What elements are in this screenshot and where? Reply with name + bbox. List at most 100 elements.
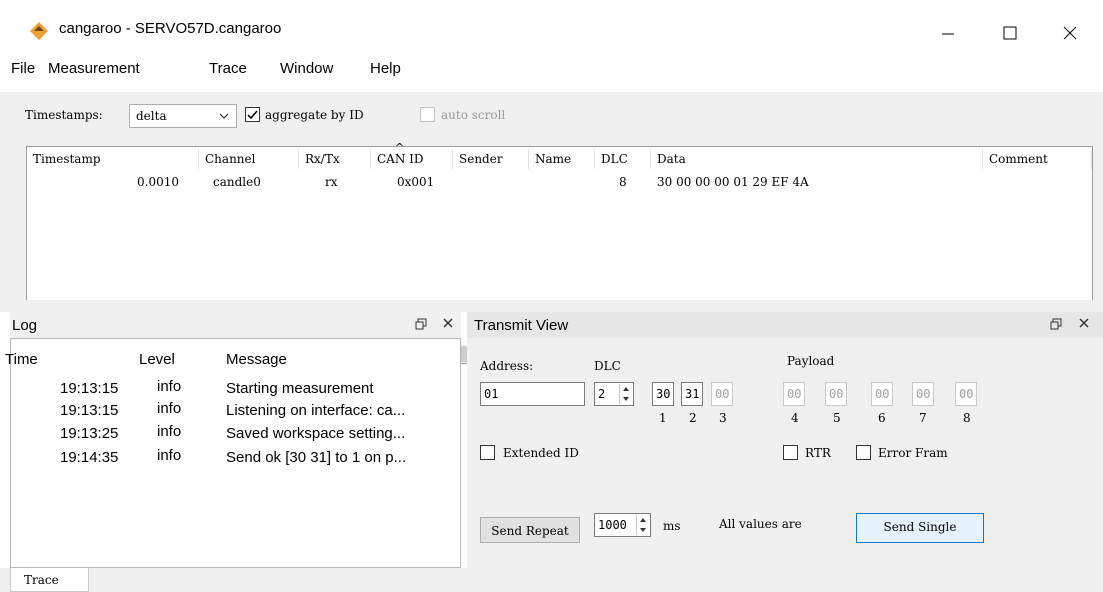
payload-label: Payload [787, 354, 835, 368]
payload-byte-1[interactable]: 30 [652, 382, 674, 406]
cell-data: 30 00 00 00 01 29 EF 4A [657, 175, 809, 189]
spin-arrows-icon[interactable] [619, 384, 632, 404]
minimize-button[interactable] [925, 8, 971, 54]
log-header: Log [10, 312, 461, 338]
close-icon [1063, 26, 1077, 40]
values-note: All values are [719, 517, 802, 531]
payload-index-3: 3 [719, 411, 727, 425]
auto-scroll-checkbox[interactable] [420, 107, 435, 122]
log-col-time[interactable]: Time [5, 351, 38, 368]
extended-id-label: Extended ID [503, 446, 579, 460]
col-name[interactable]: Name [529, 149, 595, 169]
payload-index-1: 1 [659, 411, 667, 425]
aggregate-label: aggregate by ID [265, 108, 364, 122]
spin-arrows-icon[interactable] [636, 515, 649, 535]
payload-index-2: 2 [689, 411, 697, 425]
rtr-checkbox[interactable] [783, 445, 798, 460]
close-panel-icon[interactable] [1078, 316, 1090, 333]
timestamps-value: delta [136, 109, 167, 123]
menu-measurement[interactable]: Measurement [48, 60, 140, 77]
log-panel: Log Time Level Message 19:13:15 info Sta… [5, 312, 461, 586]
float-panel-icon[interactable] [415, 317, 427, 334]
log-time: 19:13:15 [60, 402, 119, 419]
close-button[interactable] [1052, 8, 1098, 54]
maximize-icon [1003, 26, 1017, 40]
log-message: Listening on interface: ca... [226, 402, 406, 419]
sort-indicator-icon: ^ [395, 141, 405, 154]
log-col-level[interactable]: Level [139, 351, 175, 368]
send-repeat-button[interactable]: Send Repeat [480, 517, 580, 543]
payload-index-8: 8 [963, 411, 971, 425]
col-can-id[interactable]: CAN ID [371, 149, 453, 169]
log-message: Starting measurement [226, 380, 374, 397]
cell-timestamp: 0.0010 [137, 175, 179, 189]
transmit-header: Transmit View [467, 312, 1103, 338]
maximize-button[interactable] [993, 8, 1039, 54]
log-time: 19:13:25 [60, 425, 119, 442]
transmit-body: Address: DLC Payload 01 2 30 31 00 00 00… [467, 338, 1103, 586]
minimize-icon [942, 33, 954, 35]
cell-can-id: 0x001 [397, 175, 435, 189]
transmit-title: Transmit View [474, 317, 569, 334]
col-channel[interactable]: Channel [199, 149, 299, 169]
bottom-tab-bar: Trace [0, 568, 1103, 592]
tab-trace[interactable]: Trace [10, 568, 89, 592]
splitter[interactable] [0, 300, 1103, 312]
payload-index-6: 6 [878, 411, 886, 425]
dlc-spinbox[interactable]: 2 [594, 382, 634, 406]
col-timestamp[interactable]: Timestamp [27, 149, 199, 169]
cell-channel: candle0 [213, 175, 261, 189]
log-level: info [157, 447, 182, 464]
dlc-value: 2 [598, 387, 606, 401]
col-sender[interactable]: Sender [453, 149, 529, 169]
payload-byte-2[interactable]: 31 [681, 382, 703, 406]
repeat-interval-value: 1000 [598, 518, 627, 532]
checkmark-icon [247, 110, 258, 120]
aggregate-checkbox[interactable] [245, 107, 260, 122]
payload-byte-3[interactable]: 00 [711, 382, 733, 406]
menu-trace[interactable]: Trace [209, 60, 247, 77]
address-input[interactable]: 01 [480, 382, 585, 406]
cell-dlc: 8 [619, 175, 627, 189]
log-message: Send ok [30 31] to 1 on p... [226, 449, 407, 466]
col-dlc[interactable]: DLC [595, 149, 651, 169]
log-level: info [157, 423, 182, 440]
timestamps-select[interactable]: delta [129, 104, 237, 128]
col-rxtx[interactable]: Rx/Tx [299, 149, 371, 169]
address-label: Address: [480, 359, 534, 373]
payload-byte-8[interactable]: 00 [955, 382, 977, 406]
trace-view: Timestamps: delta aggregate by ID auto s… [0, 92, 1103, 364]
send-single-button[interactable]: Send Single [856, 513, 984, 543]
col-data[interactable]: Data [651, 149, 983, 169]
log-table[interactable]: Time Level Message 19:13:15 info Startin… [5, 338, 461, 568]
error-frame-label: Error Fram [878, 446, 948, 460]
log-title: Log [12, 317, 38, 334]
log-message: Saved workspace setting... [226, 425, 406, 442]
payload-index-7: 7 [919, 411, 927, 425]
payload-byte-6[interactable]: 00 [871, 382, 893, 406]
log-level: info [157, 400, 182, 417]
dlc-label: DLC [594, 359, 621, 373]
float-panel-icon[interactable] [1050, 317, 1062, 334]
menu-file[interactable]: File [11, 60, 35, 77]
menu-bar: File Measurement Trace Window Help [0, 56, 1103, 84]
payload-byte-4[interactable]: 00 [783, 382, 805, 406]
close-panel-icon[interactable] [442, 316, 454, 333]
menu-help[interactable]: Help [370, 60, 401, 77]
log-level: info [157, 378, 182, 395]
title-bar: cangaroo - SERVO57D.cangaroo [0, 0, 1103, 62]
timestamps-label: Timestamps: [25, 108, 103, 122]
menu-window[interactable]: Window [280, 60, 333, 77]
tab-trace-label: Trace [24, 573, 59, 587]
repeat-interval-spinbox[interactable]: 1000 [594, 513, 651, 537]
log-time: 19:14:35 [60, 449, 119, 466]
payload-byte-7[interactable]: 00 [912, 382, 934, 406]
error-frame-checkbox[interactable] [856, 445, 871, 460]
col-comment[interactable]: Comment [983, 149, 1092, 169]
payload-byte-5[interactable]: 00 [825, 382, 847, 406]
extended-id-checkbox[interactable] [480, 445, 495, 460]
log-col-message[interactable]: Message [226, 351, 287, 368]
payload-index-5: 5 [833, 411, 841, 425]
auto-scroll-label: auto scroll [441, 108, 506, 122]
rtr-label: RTR [805, 446, 831, 460]
